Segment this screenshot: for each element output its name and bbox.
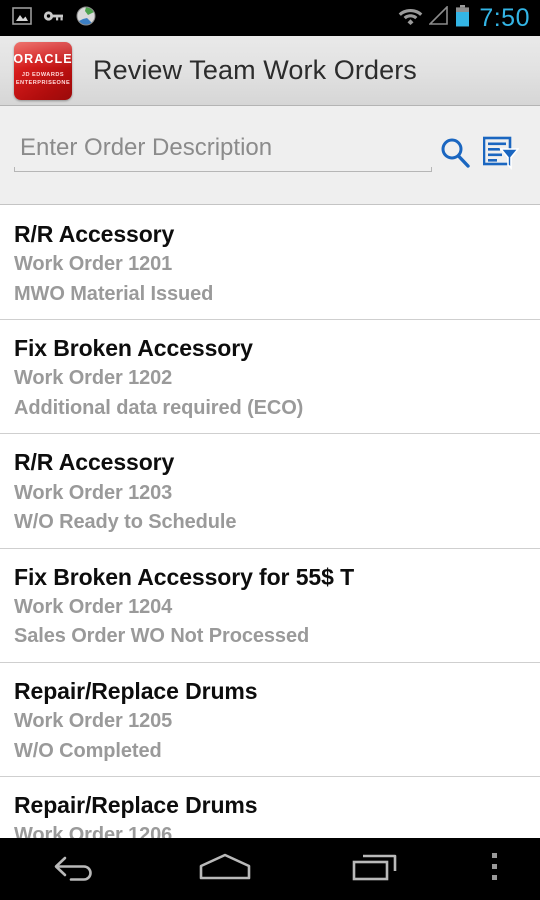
cellular-signal-icon: [428, 5, 449, 30]
filter-button[interactable]: [478, 130, 524, 180]
back-arrow-icon: [52, 852, 98, 887]
work-order-number: Work Order 1205: [14, 709, 173, 732]
search-field-wrapper: [14, 134, 432, 176]
work-order-number: Work Order 1204: [14, 595, 173, 618]
work-order-number: Work Order 1202: [14, 367, 173, 390]
nav-back-button[interactable]: [0, 838, 150, 900]
home-icon: [197, 851, 253, 888]
work-order-number: Work Order 1201: [14, 253, 173, 276]
browser-globe-icon: [76, 6, 96, 31]
work-order-title: R/R Accessory: [14, 449, 175, 476]
status-bar-right-icons: 7:50: [398, 4, 530, 33]
list-item[interactable]: Fix Broken Accessory Work Order 1202 Add…: [0, 320, 540, 435]
oracle-jde-logo: ORACLE JD EDWARDS ENTERPRISEONE: [14, 41, 72, 100]
work-order-title: Fix Broken Accessory: [14, 335, 253, 362]
page-title: Review Team Work Orders: [93, 55, 417, 85]
search-input[interactable]: [14, 134, 432, 171]
app-header: ORACLE JD EDWARDS ENTERPRISEONE Review T…: [0, 36, 540, 106]
recent-apps-icon: [349, 851, 401, 888]
work-order-title: Repair/Replace Drums: [14, 792, 258, 819]
battery-icon: [455, 4, 470, 32]
vpn-key-icon: [43, 9, 65, 28]
work-order-status: MWO Material Issued: [14, 282, 214, 305]
work-order-number: Work Order 1206: [14, 824, 173, 838]
logo-product-line2: ENTERPRISEONE: [15, 80, 71, 87]
work-order-status: W/O Ready to Schedule: [14, 511, 237, 534]
search-bar: [0, 106, 540, 205]
status-bar-left-icons: [12, 6, 96, 31]
nav-overflow-menu-button[interactable]: [450, 838, 540, 900]
nav-home-button[interactable]: [150, 838, 300, 900]
list-item[interactable]: Repair/Replace Drums Work Order 1205 W/O…: [0, 662, 540, 778]
overflow-menu-icon: [490, 850, 500, 889]
screenshot-image-icon: [12, 6, 32, 30]
work-order-status: Additional data required (ECO): [14, 396, 304, 419]
work-order-status: W/O Completed: [14, 739, 162, 762]
search-button[interactable]: [432, 130, 478, 180]
status-bar: 7:50: [0, 0, 540, 36]
list-item[interactable]: R/R Accessory Work Order 1201 MWO Materi…: [0, 206, 540, 321]
logo-product-line1: JD EDWARDS: [21, 71, 65, 78]
list-item[interactable]: Repair/Replace Drums Work Order 1206 Ord…: [0, 777, 540, 838]
logo-brand-text: ORACLE: [14, 52, 72, 67]
app-screen: 7:50 ORACLE JD EDWARDS ENTERPRISEONE Rev…: [0, 0, 540, 900]
work-order-title: R/R Accessory: [14, 221, 175, 247]
wifi-icon: [398, 6, 423, 30]
filter-list-icon: [482, 136, 520, 175]
work-order-title: Repair/Replace Drums: [14, 677, 258, 704]
work-order-list[interactable]: R/R Accessory Work Order 1201 MWO Materi…: [0, 206, 540, 838]
list-item[interactable]: Fix Broken Accessory for 55$ T Work Orde…: [0, 548, 540, 663]
nav-recents-button[interactable]: [300, 838, 450, 900]
work-order-number: Work Order 1203: [14, 481, 173, 504]
work-order-status: Sales Order WO Not Processed: [14, 625, 310, 648]
android-navigation-bar: [0, 838, 540, 900]
list-item[interactable]: R/R Accessory Work Order 1203 W/O Ready …: [0, 434, 540, 549]
search-icon: [438, 136, 472, 175]
search-input-underline: [14, 167, 432, 172]
status-bar-clock: 7:50: [479, 3, 530, 32]
work-order-title: Fix Broken Accessory for 55$ T: [14, 563, 355, 590]
